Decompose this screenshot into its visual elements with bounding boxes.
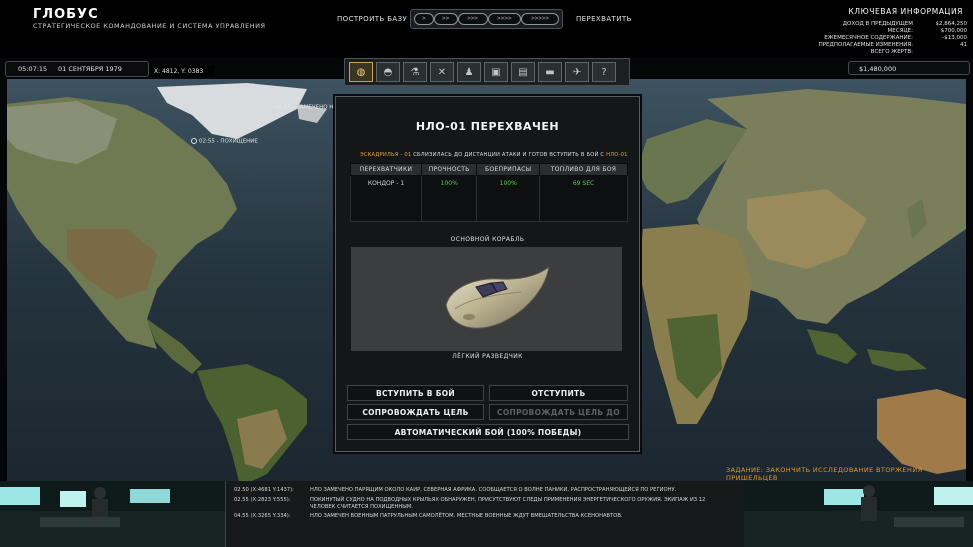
build-base-button[interactable]: ПОСТРОИТЬ БАЗУ xyxy=(337,15,407,23)
key-info-label: МЕСЯЦЕ: xyxy=(887,28,913,34)
key-info-label: ЕЖЕМЕСЯЧНОЕ СОДЕРЖАНИЕ: xyxy=(824,35,913,41)
speed-2-button[interactable]: >> xyxy=(433,13,458,25)
marker-label: 04:55 - ЗАМЕЧЕНО НЛО xyxy=(275,104,342,111)
escort-target-button[interactable]: СОПРОВОЖДАТЬ ЦЕЛЬ xyxy=(347,404,484,420)
control-room-illustration xyxy=(0,481,225,547)
log-time: 02.55 (X:2823 Y:555): xyxy=(234,497,291,503)
tank-icon[interactable]: ▬ xyxy=(538,62,562,82)
message-text: СБЛИЗИЛАСЬ ДО ДИСТАНЦИИ АТАКИ И ГОТОВ ВС… xyxy=(411,152,607,158)
aircraft-icon[interactable]: ✈ xyxy=(565,62,589,82)
key-info-value: 41 xyxy=(960,42,967,48)
retreat-button[interactable]: ОТСТУПИТЬ xyxy=(489,385,628,401)
log-entry: 02.55 (X:2823 Y:555): ПОКИНУТЫЙ СУДНО НА … xyxy=(234,497,720,510)
app-subtitle: СТРАТЕГИЧЕСКОЕ КОМАНДОВАНИЕ И СИСТЕМА УП… xyxy=(33,22,266,30)
ufo-preview xyxy=(351,247,622,351)
speed-1-button[interactable]: > xyxy=(414,13,434,25)
key-info-value: $700,000 xyxy=(940,28,967,34)
squadron-name: ЭСКАДРИЛЬЯ - 01 xyxy=(360,152,412,158)
globe-icon[interactable]: ◍ xyxy=(349,62,373,82)
table-header-row: ПЕРЕХВАТЧИКИ ПРОЧНОСТЬ БОЕПРИПАСЫ ТОПЛИВ… xyxy=(350,163,628,176)
target-name: НЛО-01 xyxy=(606,152,628,158)
main-nav-bar: ◍ ◓ ⚗ ✕ ♟ ▣ ▤ ▬ ✈ ? xyxy=(344,58,630,86)
log-message: НЛО ЗАМЕЧЕНО ПАРЯЩИМ ОКОЛО КАИР, СЕВЕРНА… xyxy=(310,487,677,493)
control-room-illustration xyxy=(744,481,973,547)
factory-icon[interactable]: ▤ xyxy=(511,62,535,82)
date-time-display: 05:07:15 01 СЕНТЯБРЯ 1979 xyxy=(5,61,149,77)
log-entry: 02.50 (X:4681 Y:1437): НЛО ЗАМЕЧЕНО ПАРЯЩ… xyxy=(234,487,720,494)
ufo-class-name: ЛЁГКИЙ РАЗВЕДЧИК xyxy=(452,353,523,360)
map-marker-abduction[interactable]: 02:55 - ПОХИЩЕНИЕ xyxy=(191,138,258,145)
app-title: ГЛОБУС xyxy=(33,7,99,22)
auto-battle-button[interactable]: АВТОМАТИЧЕСКИЙ БОЙ (100% ПОБЕДЫ) xyxy=(347,424,629,440)
time-speed-controls: > >> >>> >>>> >>>>> xyxy=(410,9,563,29)
key-info-row: ДОХОД В ПРЕДЫДУЩЕМ $2,864,250 xyxy=(817,21,967,28)
dialog-message: ЭСКАДРИЛЬЯ - 01 СБЛИЗИЛАСЬ ДО ДИСТАНЦИИ … xyxy=(360,152,628,158)
key-info-value: $2,864,250 xyxy=(935,21,968,27)
interceptor-table: ПЕРЕХВАТЧИКИ ПРОЧНОСТЬ БОЕПРИПАСЫ ТОПЛИВ… xyxy=(350,163,628,222)
main-ship-label: ОСНОВНОЙ КОРАБЛЬ xyxy=(450,236,525,243)
funds-display: $1,480,000 xyxy=(848,61,970,75)
col-header-interceptors: ПЕРЕХВАТЧИКИ xyxy=(350,163,422,176)
help-icon[interactable]: ? xyxy=(592,62,616,82)
dialog-title: НЛО-01 ПЕРЕХВАЧЕН xyxy=(415,120,560,133)
marker-icon xyxy=(191,138,197,144)
log-time: 04.55 (X:3265 Y:334): xyxy=(234,513,291,519)
durability-value: 100% xyxy=(420,175,478,222)
clock-time: 05:07:15 xyxy=(18,65,48,73)
speed-3-button[interactable]: >>> xyxy=(457,13,488,25)
log-time: 02.50 (X:4681 Y:1437): xyxy=(234,487,294,493)
key-info-value: -$13,000 xyxy=(942,35,967,41)
log-message: ПОКИНУТЫЙ СУДНО НА ПОДВОДНЫХ КРЫЛЬЯХ ОБН… xyxy=(310,497,706,510)
fuel-value: 69 SEC xyxy=(539,175,628,222)
key-info-row: ПРЕДПОЛАГАЕМЫЕ ИЗМЕНЕНИЯ: 41 xyxy=(817,42,967,49)
flask-icon[interactable]: ⚗ xyxy=(403,62,427,82)
speed-4-button[interactable]: >>>> xyxy=(487,13,522,25)
mission-control-room-left xyxy=(0,481,225,547)
ufo-image xyxy=(445,265,550,329)
key-info-label: ДОХОД В ПРЕДЫДУЩЕМ xyxy=(842,21,913,27)
ammo-value: 100% xyxy=(476,175,541,222)
mission-control-room-right xyxy=(744,481,973,547)
key-info-row: МЕСЯЦЕ: $700,000 xyxy=(817,28,967,35)
intercept-dialog: НЛО-01 ПЕРЕХВАЧЕН ЭСКАДРИЛЬЯ - 01 СБЛИЗИ… xyxy=(335,96,640,452)
helmet-icon[interactable]: ◓ xyxy=(376,62,400,82)
intercept-button[interactable]: ПЕРЕХВАТИТЬ xyxy=(576,15,632,23)
key-info-row: ЕЖЕМЕСЯЧНОЕ СОДЕРЖАНИЕ: -$13,000 xyxy=(817,35,967,42)
log-entry: 04.55 (X:3265 Y:334): НЛО ЗАМЕЧЕН ВОЕННЫМ… xyxy=(234,513,720,520)
col-header-durability: ПРОЧНОСТЬ xyxy=(420,163,478,176)
marker-label: 02:55 - ПОХИЩЕНИЕ xyxy=(199,138,258,145)
interceptor-name: КОНДОР - 1 xyxy=(350,175,422,222)
map-marker-ufo-sighting[interactable]: 04:55 - ЗАМЕЧЕНО НЛО xyxy=(267,104,342,111)
log-message: НЛО ЗАМЕЧЕН ВОЕННЫМ ПАТРУЛЬНЫМ САМОЛЁТОМ… xyxy=(310,513,623,519)
key-info-label: ПРЕДПОЛАГАЕМЫЕ ИЗМЕНЕНИЯ: xyxy=(818,42,913,48)
tools-icon[interactable]: ✕ xyxy=(430,62,454,82)
cursor-coordinates: X: 4812, Y: 0383 xyxy=(152,66,214,77)
calendar-date: 01 СЕНТЯБРЯ 1979 xyxy=(58,65,122,73)
key-info-row: ВСЕГО ЖЕРТВ: xyxy=(817,49,967,56)
base-icon[interactable]: ▣ xyxy=(484,62,508,82)
objective-text: ЗАДАНИЕ: ЗАКОНЧИТЬ ИССЛЕДОВАНИЕ ВТОРЖЕНИ… xyxy=(726,466,923,482)
escort-to-land-button[interactable]: СОПРОВОЖДАТЬ ЦЕЛЬ ДО СУШИ xyxy=(489,404,628,433)
key-info-value xyxy=(919,49,967,56)
col-header-ammo: БОЕПРИПАСЫ xyxy=(476,163,541,176)
key-info-panel: ДОХОД В ПРЕДЫДУЩЕМ $2,864,250 МЕСЯЦЕ: $700… xyxy=(817,21,967,56)
col-header-fuel: ТОПЛИВО ДЛЯ БОЯ xyxy=(539,163,628,176)
soldier-icon[interactable]: ♟ xyxy=(457,62,481,82)
event-log[interactable]: 02.50 (X:4681 Y:1437): НЛО ЗАМЕЧЕНО ПАРЯЩ… xyxy=(225,481,746,547)
key-info-title: КЛЮЧЕВАЯ ИНФОРМАЦИЯ xyxy=(848,7,963,16)
engage-button[interactable]: ВСТУПИТЬ В БОЙ xyxy=(347,385,484,401)
speed-5-button[interactable]: >>>>> xyxy=(521,13,560,25)
marker-icon xyxy=(267,104,273,110)
key-info-label: ВСЕГО ЖЕРТВ: xyxy=(870,49,913,55)
table-row[interactable]: КОНДОР - 1 100% 100% 69 SEC xyxy=(350,175,628,222)
